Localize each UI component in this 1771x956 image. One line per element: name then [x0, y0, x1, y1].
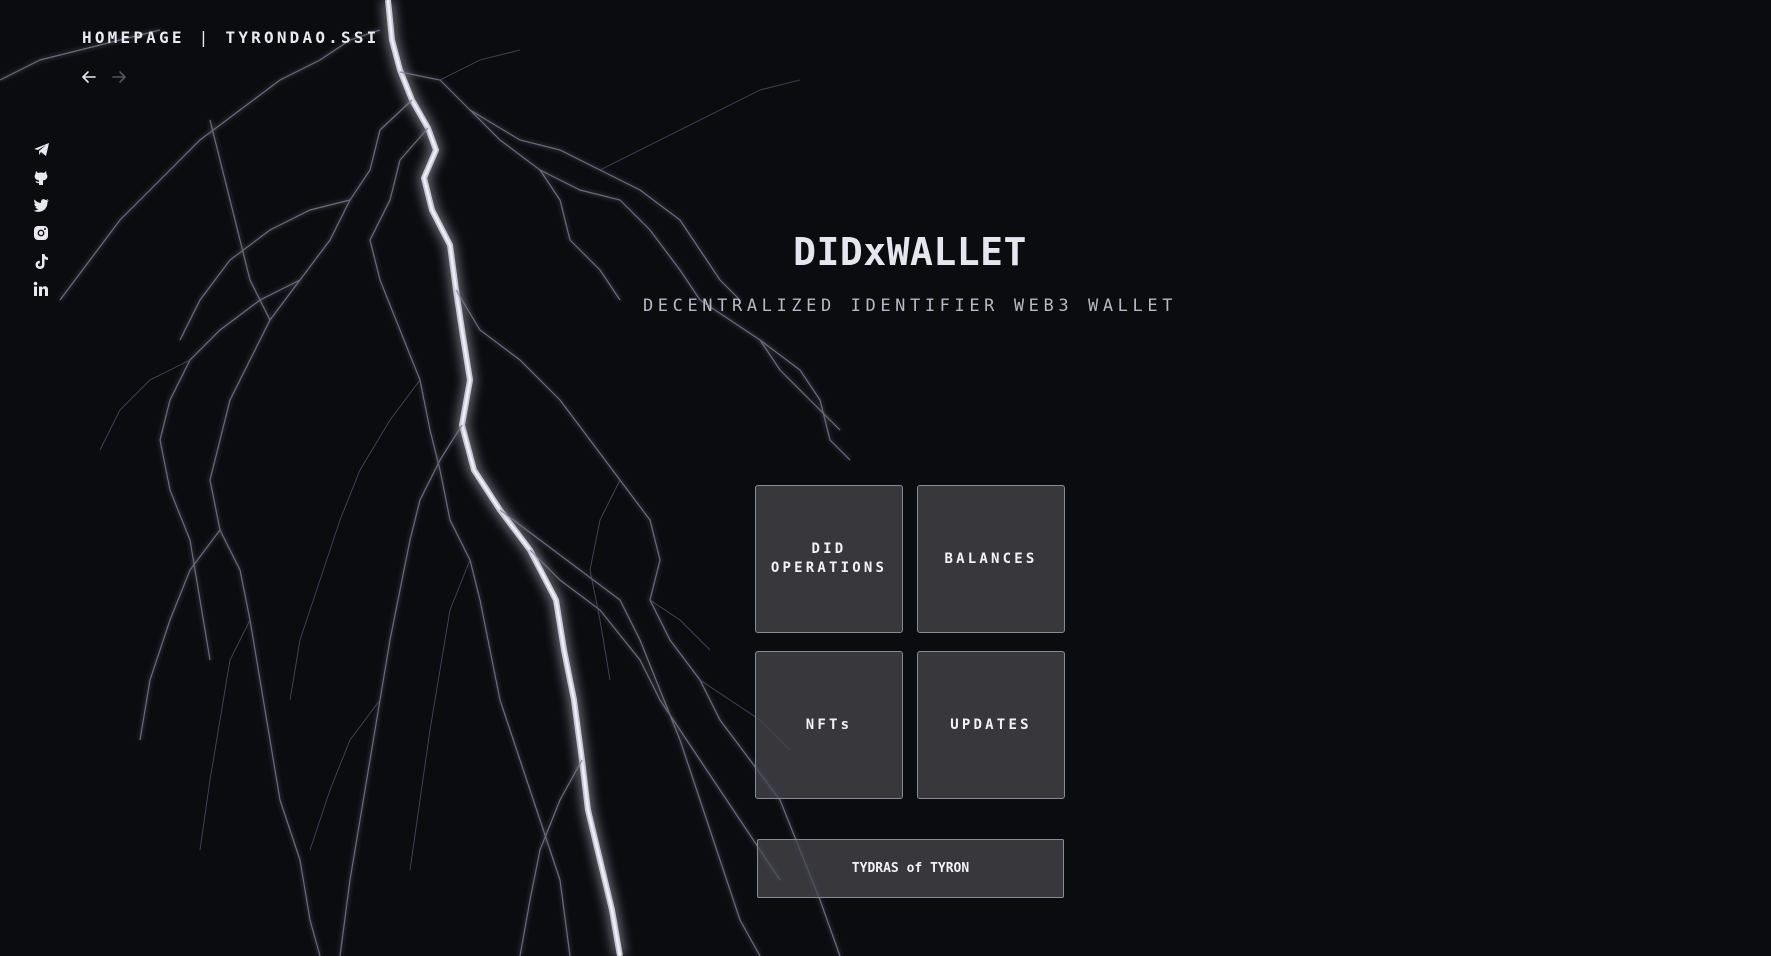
tydras-button-label: TYDRAS of TYRON — [851, 861, 970, 876]
github-icon — [34, 170, 48, 185]
arrow-left-icon — [82, 71, 96, 83]
tiktok-icon — [35, 253, 48, 269]
instagram-link[interactable] — [31, 224, 51, 242]
telegram-icon — [33, 142, 49, 156]
nfts-label: NFTs — [805, 716, 853, 733]
arrow-right-icon — [112, 71, 126, 83]
tydras-button[interactable]: TYDRAS of TYRON — [757, 839, 1064, 898]
instagram-icon — [34, 226, 48, 240]
did-operations-label-line2: OPERATIONS — [770, 560, 888, 576]
twitter-icon — [33, 199, 49, 212]
did-operations-label-line1: DID — [811, 541, 847, 557]
breadcrumb: HOMEPAGE | TYRONDAO.SSI — [82, 28, 380, 47]
breadcrumb-site-link[interactable]: TYRONDAO.SSI — [226, 28, 380, 47]
history-navigation — [80, 66, 128, 88]
page-subtitle: DECENTRALIZED IDENTIFIER WEB3 WALLET — [642, 296, 1178, 316]
breadcrumb-homepage-link[interactable]: HOMEPAGE — [82, 28, 185, 47]
updates-tile[interactable]: UPDATES — [917, 651, 1065, 799]
did-operations-tile[interactable]: DID OPERATIONS — [755, 485, 903, 633]
did-operations-label: DID OPERATIONS — [771, 540, 887, 578]
updates-label: UPDATES — [950, 716, 1032, 733]
tiktok-link[interactable] — [31, 252, 51, 270]
page-title: DIDxWALLET — [793, 230, 1027, 274]
balances-tile[interactable]: BALANCES — [917, 485, 1065, 633]
lightning-background — [0, 0, 851, 956]
page: HOMEPAGE | TYRONDAO.SSI DIDxWALLET DECEN… — [0, 0, 1771, 956]
github-link[interactable] — [31, 168, 51, 186]
balances-label: BALANCES — [944, 550, 1038, 567]
nfts-tile[interactable]: NFTs — [755, 651, 903, 799]
hero-title-container: DIDxWALLET — [700, 228, 1120, 276]
breadcrumb-separator: | — [198, 28, 212, 47]
linkedin-icon — [33, 281, 48, 296]
twitter-link[interactable] — [31, 196, 51, 214]
telegram-link[interactable] — [31, 140, 51, 158]
linkedin-link[interactable] — [31, 280, 51, 298]
social-links — [31, 140, 51, 298]
back-button[interactable] — [80, 66, 98, 88]
forward-button[interactable] — [110, 66, 128, 88]
